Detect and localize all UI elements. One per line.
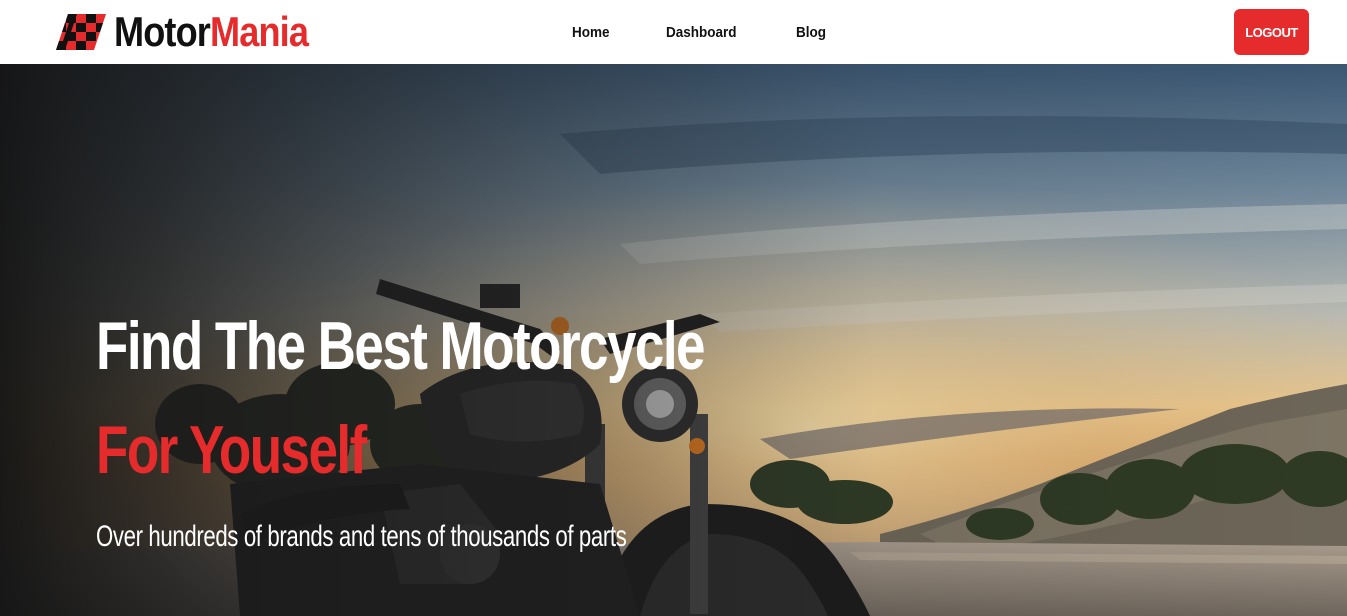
hero-title-line-1: Find The Best Motorcycle <box>96 308 706 384</box>
page: MotorMania Home Dashboard Blog LOGOUT Fi… <box>0 0 1347 616</box>
hero-subtitle: Over hundreds of brands and tens of thou… <box>96 520 627 553</box>
nav-link-blog[interactable]: Blog <box>796 24 826 41</box>
logout-button[interactable]: LOGOUT <box>1234 9 1309 55</box>
brand-name-part-2: Mania <box>210 8 309 55</box>
nav-link-home[interactable]: Home <box>572 24 610 41</box>
brand-name-part-1: Motor <box>114 8 211 55</box>
main-nav: Home Dashboard Blog <box>572 0 881 64</box>
brand-logo-link[interactable]: MotorMania <box>56 9 340 55</box>
hero-title-line-2: For Youself <box>96 412 367 488</box>
checkered-flag-icon <box>56 14 106 50</box>
navbar: MotorMania Home Dashboard Blog LOGOUT <box>0 0 1347 64</box>
brand-name: MotorMania <box>114 8 309 55</box>
hero-section: Find The Best Motorcycle For Youself Ove… <box>0 64 1347 616</box>
nav-link-dashboard[interactable]: Dashboard <box>666 24 737 41</box>
